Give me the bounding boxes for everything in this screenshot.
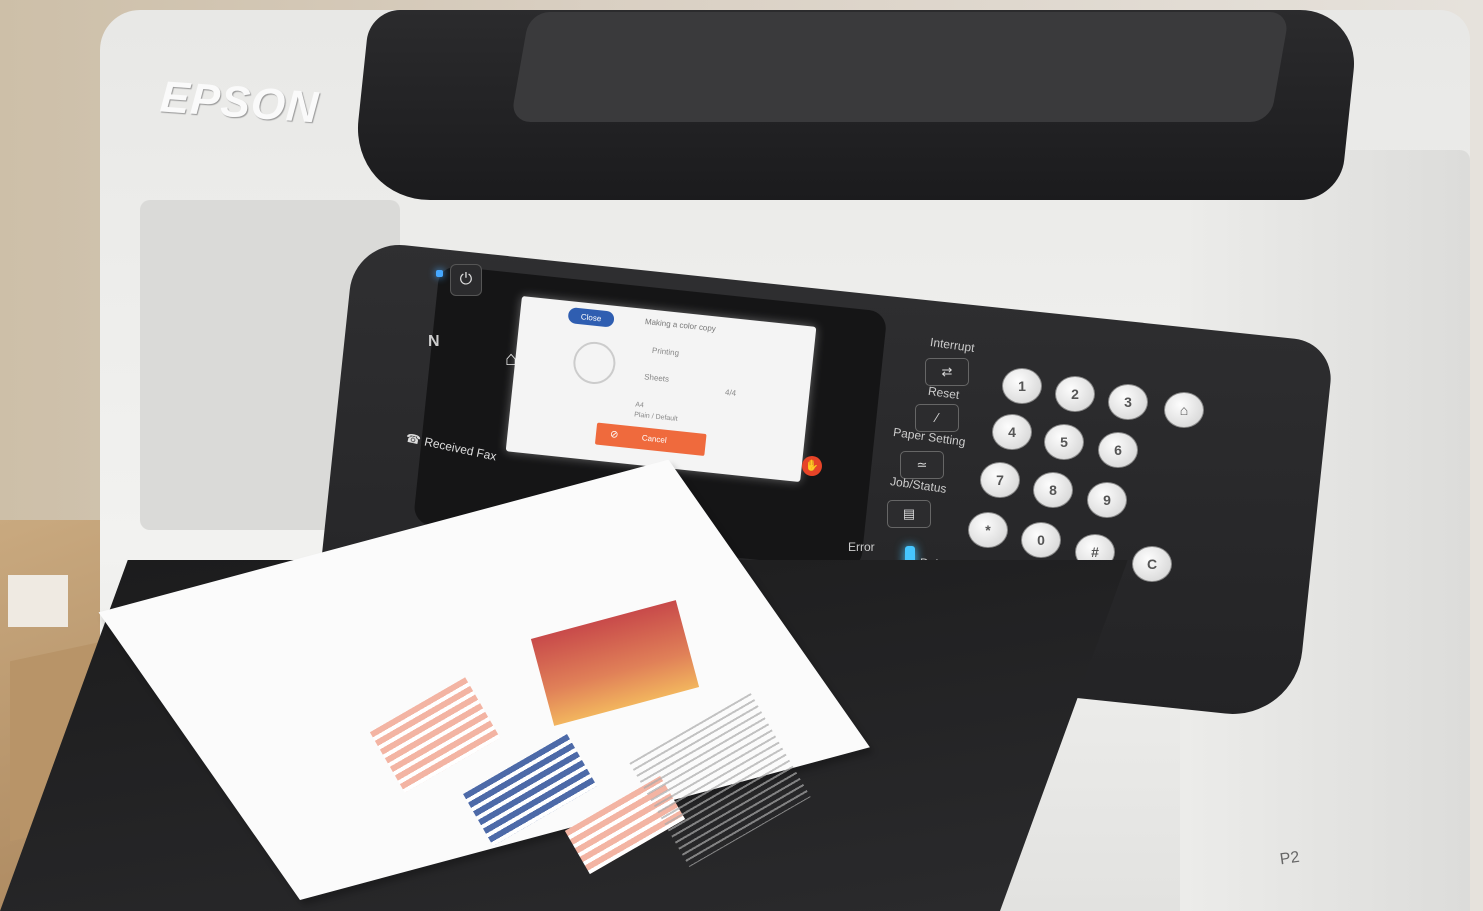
fax-icon: ☎ xyxy=(404,430,423,448)
power-icon: ⏻ xyxy=(459,271,473,288)
keypad-key-7[interactable]: 7 xyxy=(980,462,1020,498)
keypad-key-3[interactable]: 3 xyxy=(1108,384,1148,420)
keypad-key-1[interactable]: 1 xyxy=(1002,368,1042,404)
keypad-key-4[interactable]: 4 xyxy=(992,414,1032,450)
sheets-label: Sheets xyxy=(643,372,670,384)
keypad-key-0[interactable]: 0 xyxy=(1021,522,1061,558)
power-button[interactable]: ⏻ xyxy=(450,264,482,296)
interrupt-icon: ⇄ xyxy=(941,364,953,379)
paper-setting-button[interactable]: ≃ xyxy=(900,451,944,479)
power-indicator-light xyxy=(436,270,443,277)
stop-button[interactable]: ✋ xyxy=(802,456,822,476)
progress-spinner-icon xyxy=(571,339,618,387)
keypad-key-9[interactable]: 9 xyxy=(1087,482,1127,518)
keypad-key-clear[interactable]: C xyxy=(1132,546,1172,582)
close-button[interactable]: Close xyxy=(567,306,615,328)
stop-hand-icon: ✋ xyxy=(805,460,819,472)
paper-tray-icon: ≃ xyxy=(916,457,928,472)
screen-title: Making a color copy xyxy=(644,317,717,334)
reset-icon: ⁄ xyxy=(935,410,939,425)
paper-size: A4 xyxy=(634,401,645,410)
document-feeder-tray xyxy=(510,12,1290,122)
keypad-key-5[interactable]: 5 xyxy=(1044,424,1084,460)
job-status-icon: ▤ xyxy=(902,506,916,521)
home-keypad-button[interactable]: ⌂ xyxy=(1164,392,1204,428)
nfc-icon: N xyxy=(428,333,440,350)
cancel-label: Cancel xyxy=(641,433,668,445)
reset-button[interactable]: ⁄ xyxy=(915,404,959,432)
keypad-key-star[interactable]: * xyxy=(968,512,1008,548)
job-status-button[interactable]: ▤ xyxy=(887,500,931,528)
box-paper-label xyxy=(8,575,68,627)
stop-icon: ⊘ xyxy=(609,428,619,441)
paper-type: Plain / Default xyxy=(633,411,678,423)
home-key-icon: ⌂ xyxy=(1179,402,1189,418)
tray-label: P2 xyxy=(1278,848,1301,869)
error-label: Error xyxy=(848,540,875,554)
keypad-key-2[interactable]: 2 xyxy=(1055,376,1095,412)
touch-screen: Close Making a color copy Printing Sheet… xyxy=(505,296,817,483)
interrupt-button[interactable]: ⇄ xyxy=(925,358,969,386)
cancel-button[interactable]: ⊘ Cancel xyxy=(594,422,707,456)
job-status-text: Printing xyxy=(651,345,680,358)
keypad-key-8[interactable]: 8 xyxy=(1033,472,1073,508)
keypad-key-6[interactable]: 6 xyxy=(1098,432,1138,468)
sheets-count: 4/4 xyxy=(724,387,737,398)
